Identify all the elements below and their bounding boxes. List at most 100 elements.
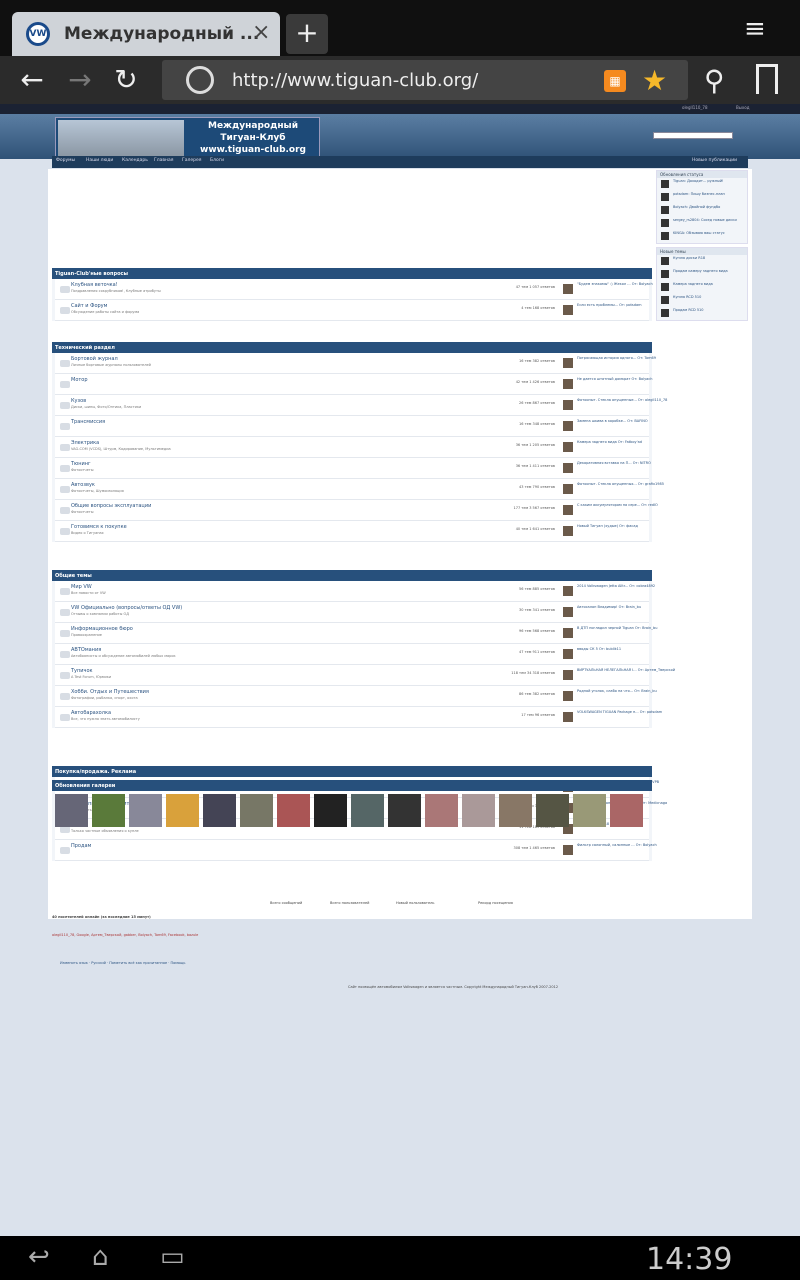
last-post[interactable]: Автосалон Владимир! От: Brain_bu	[577, 605, 641, 610]
forum-row[interactable]: Трансмиссия 16 тем 348 ответов Замена шкив…	[55, 416, 649, 437]
forward-arrow-icon[interactable]: →	[62, 62, 98, 98]
forum-row[interactable]: Бортовой журнал Личные бортовые журналы п…	[55, 353, 656, 374]
gallery-thumbnail[interactable]	[166, 794, 199, 827]
nav-forums[interactable]: Форумы	[56, 158, 75, 163]
forum-name[interactable]: Продам	[71, 843, 91, 849]
forum-row[interactable]: Мир VW Все новости от VW 56 тем 885 ответо…	[55, 581, 655, 602]
nav-calendar[interactable]: Календарь	[122, 158, 148, 163]
last-post[interactable]: Родной уголок, слабо на что... От: Brain…	[577, 689, 657, 694]
forum-row[interactable]: Клубная веточка! Поздравления сокрубников…	[55, 279, 653, 300]
last-post[interactable]: ВИРТУАЛЬНАЯ НЕЛЕГАЛЬНАЯ I... От: Артем_Т…	[577, 668, 675, 673]
forum-row[interactable]: Мотор 42 тем 1 426 ответов Не дается штатн…	[55, 374, 652, 395]
forum-name[interactable]: VW Официально (вопросы/ответы ОД VW)	[71, 605, 182, 611]
rss-icon[interactable]: ▦	[604, 70, 626, 92]
user-avatar[interactable]	[661, 296, 669, 304]
gallery-thumbnail[interactable]	[610, 794, 643, 827]
gallery-thumbnail[interactable]	[203, 794, 236, 827]
last-post-avatar[interactable]	[563, 670, 573, 680]
back-arrow-icon[interactable]: ←	[14, 62, 50, 98]
forum-name[interactable]: АВТОмания	[71, 647, 101, 653]
gallery-thumbnail[interactable]	[573, 794, 606, 827]
close-tab-icon[interactable]: ×	[252, 20, 270, 45]
last-post-avatar[interactable]	[563, 526, 573, 536]
forum-row[interactable]: Тюнинг Фотоотчеты 36 тем 1 411 ответов Деко…	[55, 458, 651, 479]
user-avatar[interactable]	[661, 270, 669, 278]
last-post-avatar[interactable]	[563, 379, 573, 389]
forum-name[interactable]: Автобарахолка	[71, 710, 111, 716]
gallery-thumbnail[interactable]	[499, 794, 532, 827]
user-avatar[interactable]	[661, 206, 669, 214]
forum-name[interactable]: Мир VW	[71, 584, 92, 590]
active-tab[interactable]: VW Международный ... ×	[12, 12, 280, 56]
nav-home[interactable]: Главная	[154, 158, 173, 163]
forum-row[interactable]: Общие вопросы эксплуатации Фотоотчеты 177 …	[55, 500, 658, 521]
gallery-thumbnail[interactable]	[351, 794, 384, 827]
last-post[interactable]: Фотоопыт. Стекла опущенных... От: grafix…	[577, 482, 664, 487]
status-item[interactable]: KINGA: Обзываю ваш статус	[657, 230, 747, 243]
last-post[interactable]: 2014 Volkswagen Jetta Alltr... От: cobra…	[577, 584, 655, 589]
gallery-thumbnail[interactable]	[314, 794, 347, 827]
last-post[interactable]: Новый Тигуан (худые) От: фасад	[577, 524, 638, 529]
last-post-avatar[interactable]	[563, 358, 573, 368]
gallery-thumbnail[interactable]	[536, 794, 569, 827]
category-title[interactable]: Tiguan-Club'ные вопросы	[52, 268, 652, 279]
last-post[interactable]: Фотоопыт. Стекла опущенные... От: olegll…	[577, 398, 667, 403]
forum-name[interactable]: Мотор	[71, 377, 88, 383]
last-post-avatar[interactable]	[563, 463, 573, 473]
status-item[interactable]: potsdam: Пишу бизнес-план	[657, 191, 747, 204]
user-avatar[interactable]	[661, 309, 669, 317]
last-post-avatar[interactable]	[563, 712, 573, 722]
last-post[interactable]: вводы СК 5 От: bublik11	[577, 647, 621, 652]
reload-icon[interactable]: ↻	[108, 62, 144, 98]
topic-text[interactable]: Продам RCD 510	[673, 308, 704, 313]
topic-text[interactable]: Куплю RCD 510	[673, 295, 701, 300]
last-post[interactable]: Если есть проблемы... От: potsdam	[577, 303, 642, 308]
last-post-avatar[interactable]	[563, 607, 573, 617]
user-avatar[interactable]	[661, 180, 669, 188]
menu-icon[interactable]: ≡	[744, 14, 766, 44]
last-post-avatar[interactable]	[563, 400, 573, 410]
forum-name[interactable]: Электрика	[71, 440, 99, 446]
last-post[interactable]: Декоративная вставка на П... От: NITRO	[577, 461, 651, 466]
last-post-avatar[interactable]	[563, 284, 573, 294]
top-username[interactable]: olegll110_78	[682, 105, 708, 110]
forum-row[interactable]: Автобарахолка Все, что нужно знать автомо…	[55, 707, 662, 728]
forum-row[interactable]: Хобби. Отдых и Путешествия Фотографии, ры…	[55, 686, 657, 707]
new-tab-button[interactable]: +	[286, 14, 328, 54]
forum-name[interactable]: Трансмиссия	[71, 419, 105, 425]
last-post-avatar[interactable]	[563, 484, 573, 494]
system-recent-icon[interactable]: ▭	[160, 1242, 185, 1272]
gallery-thumbnail[interactable]	[92, 794, 125, 827]
new-topic-item[interactable]: Продам камеру заднего вида	[657, 268, 747, 281]
last-post-avatar[interactable]	[563, 421, 573, 431]
last-post-avatar[interactable]	[563, 305, 573, 315]
gallery-thumbnail[interactable]	[55, 794, 88, 827]
gallery-thumbnail[interactable]	[388, 794, 421, 827]
category-title[interactable]: Покупка/продажа. Реклама	[52, 766, 652, 777]
last-post[interactable]: С каким аккумулятором на сере... От: red…	[577, 503, 658, 508]
system-home-icon[interactable]: ⌂	[92, 1242, 109, 1272]
status-item[interactable]: Tiguan: Доходит... ружный!	[657, 178, 747, 191]
star-icon[interactable]: ★	[642, 64, 667, 97]
forum-row[interactable]: Продам 308 тем 1 465 ответов Фильтр салонн…	[55, 840, 657, 861]
last-post[interactable]: "Будем знакомы" :) Жекол ... От: Bolyach	[577, 282, 653, 287]
last-post[interactable]: Не дается штатный домкрат От: Bolyach	[577, 377, 652, 382]
site-logo[interactable]: Международный Тигуан-Клуб www.tiguan-clu…	[55, 117, 320, 158]
last-post-avatar[interactable]	[563, 586, 573, 596]
forum-name[interactable]: Тюнинг	[71, 461, 91, 467]
forum-name[interactable]: Клубная веточка!	[71, 282, 118, 288]
last-post[interactable]: Замена шкива в коробке... От: BAFINO	[577, 419, 648, 424]
forum-name[interactable]: Общие вопросы эксплуатации	[71, 503, 151, 509]
footer-links[interactable]: Изменить язык · Русский · Пометить всё к…	[60, 961, 185, 965]
nav-gallery[interactable]: Галерея	[182, 158, 201, 163]
system-back-icon[interactable]: ↩	[28, 1242, 50, 1272]
nav-blogs[interactable]: Блоги	[210, 158, 224, 163]
user-avatar[interactable]	[661, 283, 669, 291]
last-post-avatar[interactable]	[563, 845, 573, 855]
bookmarks-icon[interactable]	[756, 64, 778, 94]
forum-name[interactable]: Информационное бюро	[71, 626, 133, 632]
category-title[interactable]: Общие темы	[52, 570, 652, 581]
user-avatar[interactable]	[661, 193, 669, 201]
online-users[interactable]: olegll110_78, Google, Артем_Тверской, ga…	[52, 933, 198, 937]
forum-row[interactable]: Готовимся к покупке Видео о Тигуанах 40 те…	[55, 521, 649, 542]
